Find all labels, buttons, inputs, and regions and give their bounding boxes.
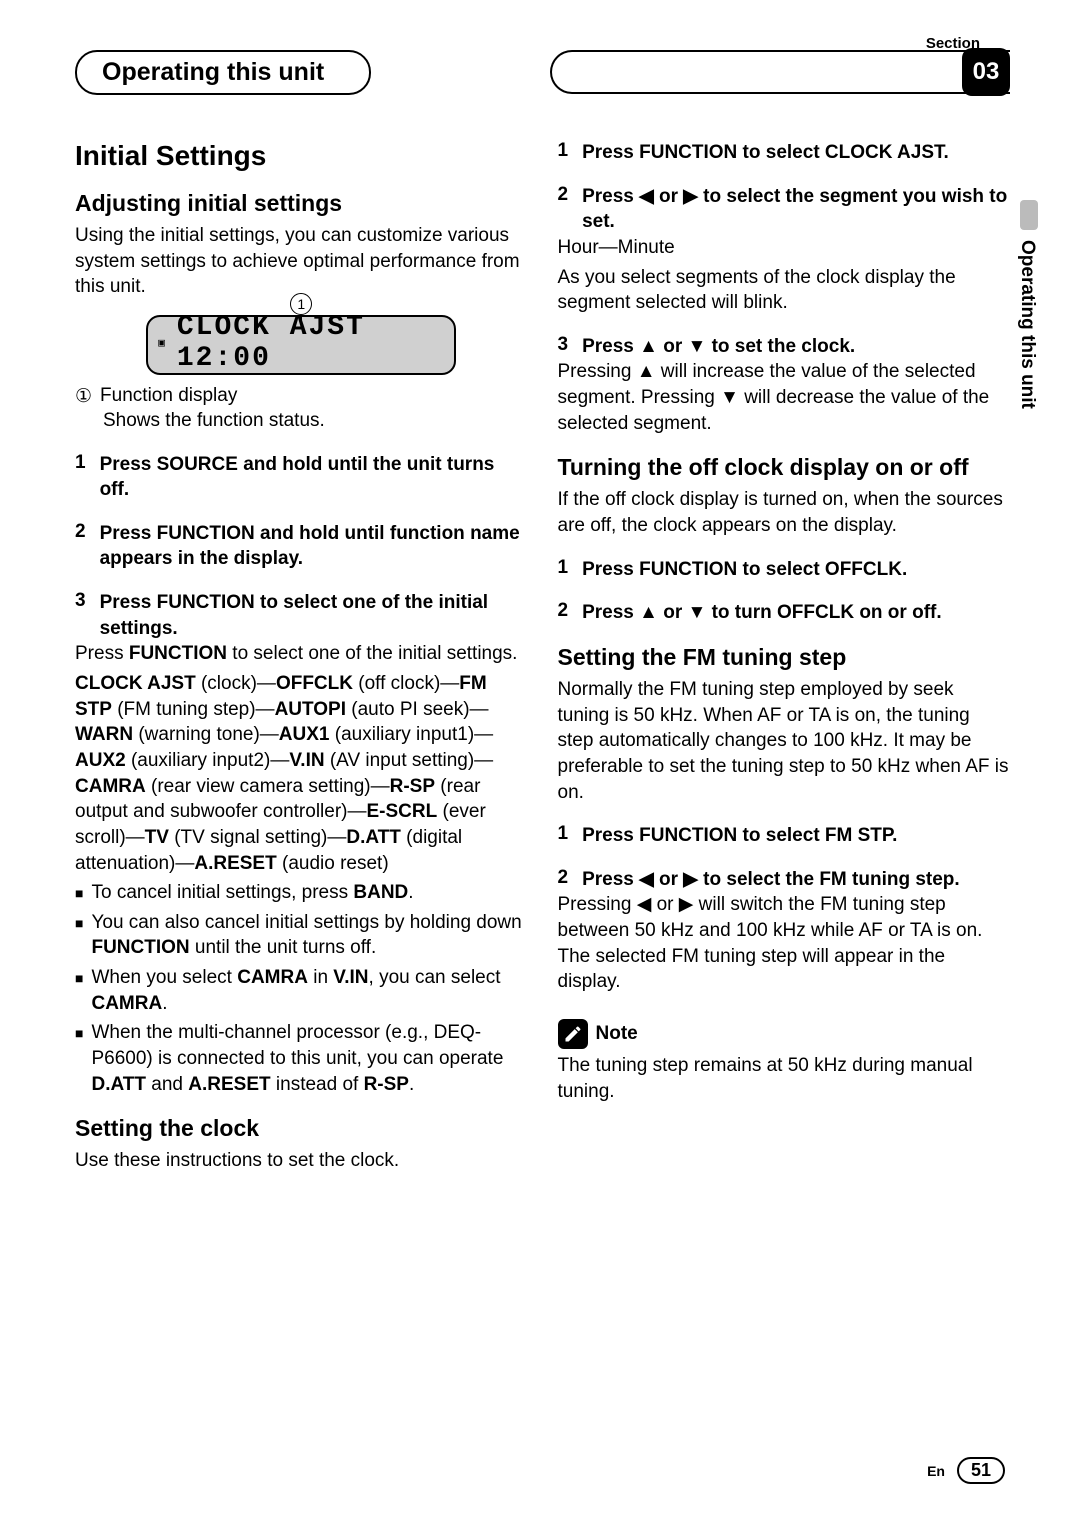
- offclk-step-1: 1 Press FUNCTION to select OFFCLK.: [558, 557, 1011, 583]
- bullet-icon: ■: [75, 884, 83, 906]
- title-pill-right: [550, 50, 1010, 94]
- bullet-1: ■ To cancel initial settings, press BAND…: [75, 880, 528, 906]
- note-body: The tuning step remains at 50 kHz during…: [558, 1053, 1011, 1104]
- heading-initial-settings: Initial Settings: [75, 140, 528, 172]
- section-number-badge: 03: [962, 48, 1010, 96]
- callout-line: [301, 315, 302, 327]
- lcd-text: CLOCK AJST 12:00: [177, 312, 444, 374]
- note-label: Note: [596, 1023, 638, 1045]
- bullet-icon: ■: [75, 914, 83, 961]
- step-num: 1: [558, 557, 569, 583]
- step-num: 1: [75, 452, 86, 503]
- lcd-icon: ▣: [158, 336, 167, 350]
- bullet-text: You can also cancel initial settings by …: [91, 910, 527, 961]
- step-num: 2: [558, 184, 569, 235]
- right-column: 1 Press FUNCTION to select CLOCK AJST. 2…: [558, 140, 1011, 1178]
- step-num: 1: [558, 823, 569, 849]
- bullet-4: ■ When the multi-channel processor (e.g.…: [75, 1020, 528, 1097]
- step-text: Press FUNCTION to select CLOCK AJST.: [582, 140, 1010, 166]
- page-title: Operating this unit: [102, 58, 324, 86]
- caption-label: Function display: [100, 385, 237, 408]
- step-1: 1 Press SOURCE and hold until the unit t…: [75, 452, 528, 503]
- settings-chain: CLOCK AJST (clock)—OFFCLK (off clock)—FM…: [75, 671, 528, 876]
- step-num: 2: [75, 521, 86, 572]
- step-text: Press FUNCTION and hold until function n…: [100, 521, 528, 572]
- fm-body: Pressing ◀ or ▶ will switch the FM tunin…: [558, 892, 1011, 995]
- heading-fm-step: Setting the FM tuning step: [558, 644, 1011, 671]
- clock-step-2: 2 Press ◀ or ▶ to select the segment you…: [558, 184, 1011, 235]
- step-num: 3: [75, 590, 86, 641]
- clock-step-1: 1 Press FUNCTION to select CLOCK AJST.: [558, 140, 1011, 166]
- bullet-text: When the multi-channel processor (e.g., …: [91, 1020, 527, 1097]
- step-text: Press ▲ or ▼ to turn OFFCLK on or off.: [582, 600, 1010, 626]
- step-num: 1: [558, 140, 569, 166]
- step-text: Press FUNCTION to select one of the init…: [100, 590, 528, 641]
- seg-body-1: Hour—Minute: [558, 235, 1011, 261]
- step-text: Press ◀ or ▶ to select the FM tuning ste…: [582, 867, 1010, 893]
- side-tab-accent: [1020, 200, 1038, 230]
- bullet-text: To cancel initial settings, press BAND.: [91, 880, 413, 906]
- step-num: 2: [558, 600, 569, 626]
- step-text: Press ▲ or ▼ to set the clock.: [582, 334, 1010, 360]
- clock-step-3: 3 Press ▲ or ▼ to set the clock.: [558, 334, 1011, 360]
- step-2: 2 Press FUNCTION and hold until function…: [75, 521, 528, 572]
- step-3: 3 Press FUNCTION to select one of the in…: [75, 590, 528, 641]
- left-column: Initial Settings Adjusting initial setti…: [75, 140, 528, 1178]
- heading-offclk: Turning the off clock display on or off: [558, 454, 1011, 481]
- footer-page-number: 51: [957, 1457, 1005, 1484]
- heading-adjusting: Adjusting initial settings: [75, 190, 528, 217]
- note-header: Note: [558, 1019, 1011, 1049]
- seg-body-2: As you select segments of the clock disp…: [558, 265, 1011, 316]
- step-text: Press FUNCTION to select FM STP.: [582, 823, 1010, 849]
- lcd-figure: 1 ▣ CLOCK AJST 12:00: [146, 315, 456, 375]
- step3-body: Press FUNCTION to select one of the init…: [75, 641, 528, 667]
- pencil-icon: [558, 1019, 588, 1049]
- caption-num: ①: [75, 385, 92, 408]
- offclk-intro: If the off clock display is turned on, w…: [558, 487, 1011, 538]
- bullet-3: ■ When you select CAMRA in V.IN, you can…: [75, 965, 528, 1016]
- fm-intro: Normally the FM tuning step employed by …: [558, 677, 1011, 805]
- caption-body: Shows the function status.: [103, 408, 528, 434]
- footer-lang: En: [927, 1463, 945, 1479]
- step-text: Press FUNCTION to select OFFCLK.: [582, 557, 1010, 583]
- caption-row: ① Function display: [75, 385, 528, 408]
- bullet-icon: ■: [75, 969, 83, 1016]
- set-body: Pressing ▲ will increase the value of th…: [558, 359, 1011, 436]
- offclk-step-2: 2 Press ▲ or ▼ to turn OFFCLK on or off.: [558, 600, 1011, 626]
- intro-text: Using the initial settings, you can cust…: [75, 223, 528, 300]
- page-title-pill: Operating this unit: [75, 50, 371, 95]
- header-bar: Section Operating this unit 03: [75, 50, 1010, 90]
- step-num: 2: [558, 867, 569, 893]
- callout-circle: 1: [290, 293, 312, 315]
- side-tab-label: Operating this unit: [1016, 240, 1038, 409]
- fm-step-1: 1 Press FUNCTION to select FM STP.: [558, 823, 1011, 849]
- bullet-text: When you select CAMRA in V.IN, you can s…: [91, 965, 527, 1016]
- bullet-icon: ■: [75, 1024, 83, 1097]
- step-num: 3: [558, 334, 569, 360]
- step-text: Press SOURCE and hold until the unit tur…: [100, 452, 528, 503]
- heading-setting-clock: Setting the clock: [75, 1115, 528, 1142]
- fm-step-2: 2 Press ◀ or ▶ to select the FM tuning s…: [558, 867, 1011, 893]
- step-text: Press ◀ or ▶ to select the segment you w…: [582, 184, 1010, 235]
- clock-intro: Use these instructions to set the clock.: [75, 1148, 528, 1174]
- footer: En 51: [927, 1457, 1005, 1484]
- bullet-2: ■ You can also cancel initial settings b…: [75, 910, 528, 961]
